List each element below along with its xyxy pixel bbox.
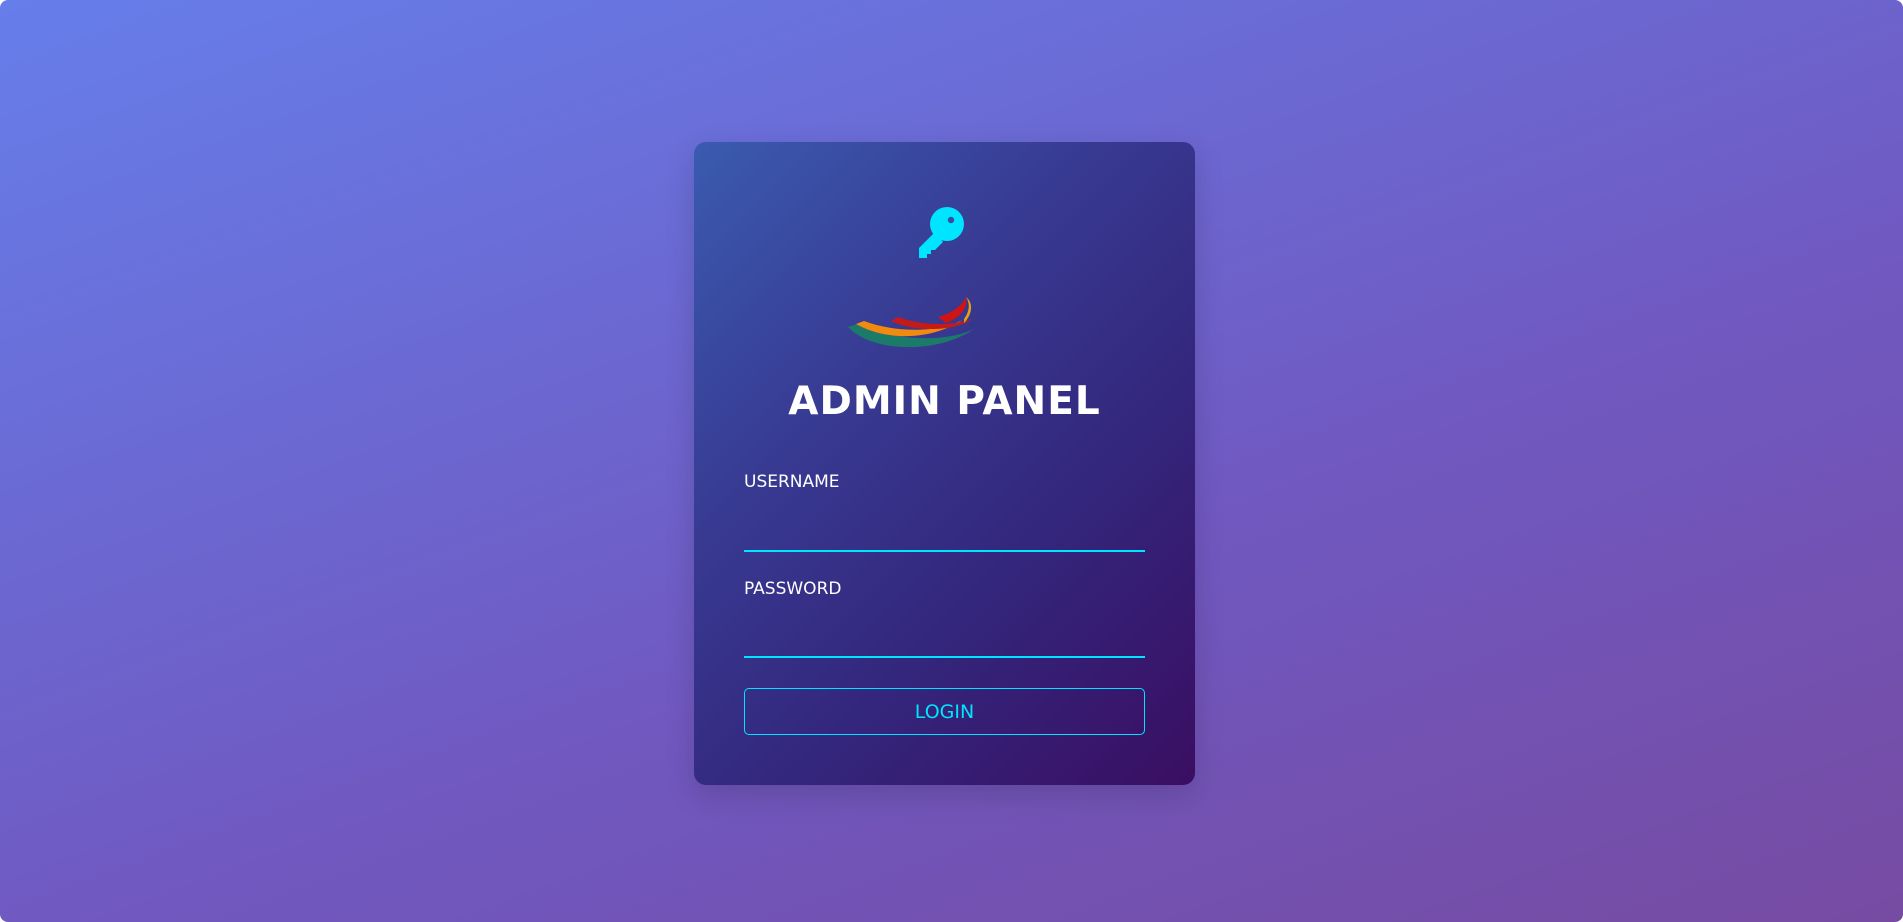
- username-input[interactable]: [744, 516, 1145, 552]
- login-card: ADMIN PANEL USERNAME PASSWORD LOGIN: [694, 142, 1195, 785]
- key-icon: [919, 207, 964, 258]
- password-label: PASSWORD: [744, 579, 842, 599]
- login-button[interactable]: LOGIN: [744, 688, 1145, 735]
- page-title: ADMIN PANEL: [788, 379, 1101, 424]
- page-background: ADMIN PANEL USERNAME PASSWORD LOGIN: [0, 0, 1903, 922]
- username-label: USERNAME: [744, 472, 840, 492]
- brand-logo: [848, 297, 974, 348]
- password-input[interactable]: [744, 622, 1145, 658]
